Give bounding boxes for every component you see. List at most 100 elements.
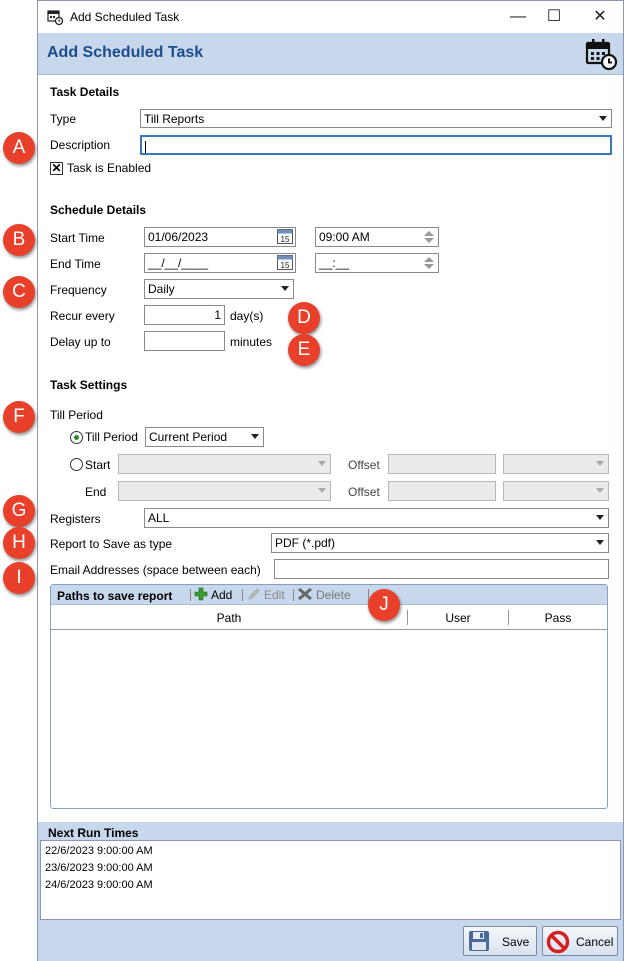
paths-grid-body[interactable] — [51, 631, 607, 808]
callout-badge-d: D — [288, 302, 320, 334]
spinner-icon[interactable] — [423, 230, 435, 244]
maximize-button[interactable]: ☐ — [544, 7, 564, 27]
callout-badge-e: E — [288, 334, 320, 366]
start-radio-label: Start — [85, 458, 111, 472]
edit-path-button[interactable]: Edit — [247, 587, 285, 603]
chevron-down-icon — [596, 461, 604, 466]
next-run-panel: Next Run Times 22/6/2023 9:00:00 AM 23/6… — [38, 822, 623, 922]
paths-panel: Paths to save report Add Edit Delete Pat… — [50, 584, 608, 809]
title-bar[interactable]: Add Scheduled Task — ☐ ✕ — [38, 1, 623, 33]
list-item: 22/6/2023 9:00:00 AM — [45, 845, 153, 857]
task-settings-heading: Task Settings — [50, 378, 128, 392]
end-time-input[interactable]: __:__ — [315, 253, 439, 273]
save-type-select[interactable]: PDF (*.pdf) — [271, 533, 609, 553]
callout-badge-f: F — [3, 401, 35, 433]
task-details-heading: Task Details — [50, 85, 120, 99]
dialog-window: Add Scheduled Task — ☐ ✕ Add Scheduled T… — [37, 0, 624, 961]
add-path-button[interactable]: Add — [194, 587, 232, 603]
list-item: 23/6/2023 9:00:00 AM — [45, 862, 153, 874]
toolbar-separator — [190, 589, 191, 601]
till-period-group-label: Till Period — [50, 408, 103, 422]
email-input[interactable] — [274, 559, 609, 579]
calendar-icon[interactable]: 15 — [277, 229, 293, 244]
save-type-label: Report to Save as type — [50, 537, 173, 551]
till-period-radio[interactable] — [70, 431, 83, 444]
task-enabled-label: Task is Enabled — [67, 161, 152, 175]
callout-badge-i: I — [3, 562, 35, 594]
description-input[interactable] — [140, 135, 612, 155]
start-time-label: Start Time — [50, 231, 105, 245]
registers-select[interactable]: ALL — [144, 508, 609, 528]
offset-label: Offset — [348, 458, 380, 472]
column-header-user[interactable]: User — [408, 611, 508, 625]
plus-icon — [194, 587, 208, 601]
end-period-select — [118, 481, 331, 501]
window-title: Add Scheduled Task — [70, 10, 180, 24]
calendar-clock-icon — [585, 39, 618, 71]
registers-label: Registers — [50, 512, 101, 526]
end-offset-select — [503, 481, 609, 501]
type-label: Type — [50, 112, 77, 126]
cancel-button[interactable]: Cancel — [542, 926, 618, 956]
list-item: 24/6/2023 9:00:00 AM — [45, 879, 153, 891]
form-body: Task Details Type Till Reports Descripti… — [38, 76, 623, 822]
close-button[interactable]: ✕ — [590, 7, 610, 27]
toolbar-separator — [242, 589, 243, 601]
paths-toolbar: Paths to save report Add Edit Delete — [51, 585, 607, 605]
recur-input[interactable]: 1 — [144, 305, 225, 325]
chevron-down-icon — [251, 434, 259, 439]
minimize-button[interactable]: — — [508, 7, 528, 27]
start-time-input[interactable]: 09:00 AM — [315, 227, 439, 247]
delay-input[interactable] — [144, 331, 225, 351]
start-offset-input — [388, 454, 496, 474]
chevron-down-icon — [596, 515, 604, 520]
calendar-icon[interactable]: 15 — [277, 255, 293, 270]
delete-path-button[interactable]: Delete — [297, 587, 351, 603]
email-label: Email Addresses (space between each) — [50, 563, 261, 577]
chevron-down-icon — [596, 540, 604, 545]
save-button[interactable]: Save — [463, 926, 537, 956]
floppy-disk-icon — [469, 931, 489, 951]
chevron-down-icon — [281, 286, 289, 291]
start-date-input[interactable]: 01/06/2023 15 — [144, 227, 296, 247]
dialog-header: Add Scheduled Task — [38, 33, 623, 75]
text-caret — [145, 140, 146, 153]
paths-grid-header: Path User Pass — [51, 606, 607, 630]
till-period-select[interactable]: Current Period — [145, 427, 264, 447]
end-offset-input — [388, 481, 496, 501]
till-period-radio-label: Till Period — [85, 430, 138, 444]
svg-text:15: 15 — [281, 261, 290, 270]
schedule-details-heading: Schedule Details — [50, 203, 147, 217]
svg-text:15: 15 — [281, 235, 290, 244]
end-time-label: End Time — [50, 257, 101, 271]
callout-badge-a: A — [3, 132, 35, 164]
calendar-clock-icon — [47, 10, 63, 25]
next-run-list[interactable]: 22/6/2023 9:00:00 AM 23/6/2023 9:00:00 A… — [40, 840, 621, 920]
task-enabled-checkbox[interactable]: ✕ — [50, 162, 63, 175]
next-run-title: Next Run Times — [48, 826, 139, 840]
end-date-input[interactable]: __/__/____ 15 — [144, 253, 296, 273]
frequency-label: Frequency — [50, 283, 107, 297]
pencil-icon — [248, 588, 260, 600]
chevron-down-icon — [596, 488, 604, 493]
chevron-down-icon — [599, 116, 607, 121]
start-offset-select — [503, 454, 609, 474]
callout-badge-j: J — [368, 589, 400, 621]
delay-label: Delay up to — [50, 335, 111, 349]
column-header-pass[interactable]: Pass — [509, 611, 607, 625]
recur-label: Recur every — [50, 309, 115, 323]
chevron-down-icon — [318, 488, 326, 493]
delete-x-icon — [298, 587, 312, 601]
start-radio[interactable] — [70, 458, 83, 471]
description-label: Description — [50, 138, 111, 152]
column-header-path[interactable]: Path — [51, 611, 407, 625]
end-label: End — [85, 485, 107, 499]
cancel-icon — [546, 930, 570, 954]
callout-badge-b: B — [3, 224, 35, 256]
header-title: Add Scheduled Task — [47, 44, 204, 61]
type-select[interactable]: Till Reports — [140, 109, 612, 128]
cancel-button-label: Cancel — [576, 935, 614, 949]
frequency-select[interactable]: Daily — [144, 279, 294, 299]
dialog-footer: Save Cancel — [38, 922, 623, 961]
spinner-icon[interactable] — [423, 256, 435, 270]
